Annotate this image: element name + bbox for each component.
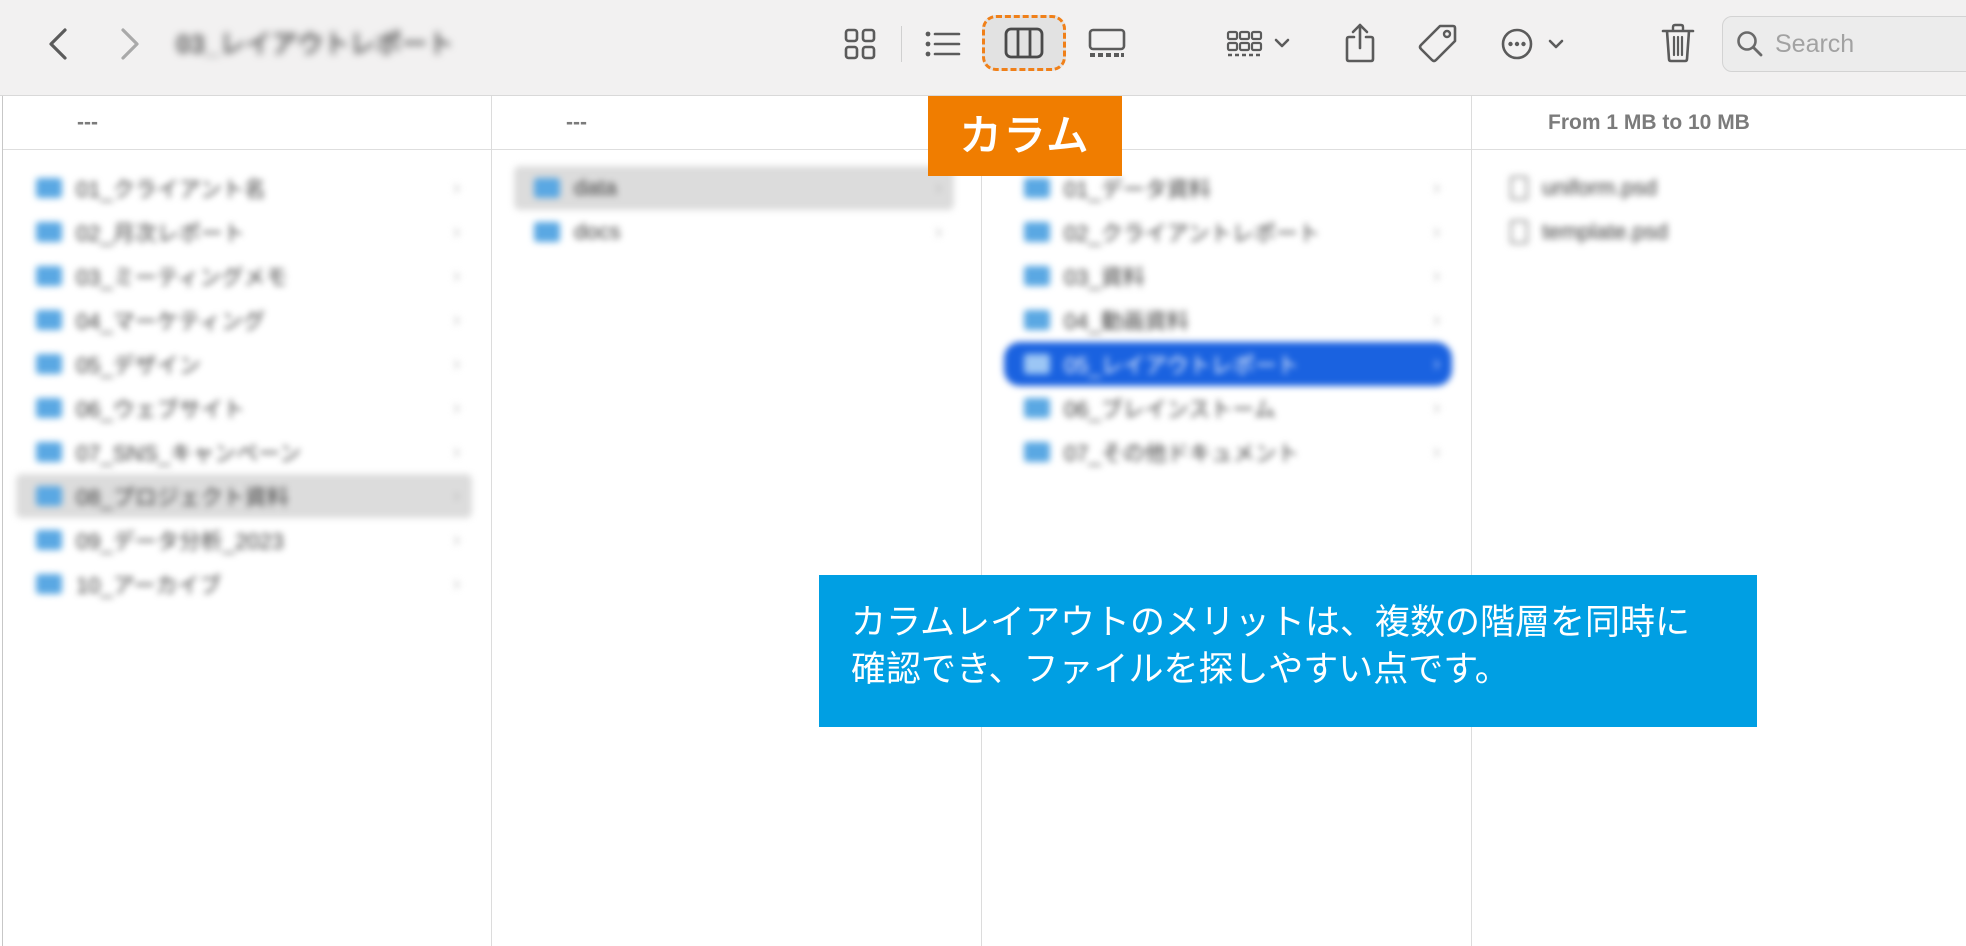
folder-icon [534, 222, 560, 242]
list-item[interactable]: 02_月次レポート › [16, 210, 472, 254]
icon-grid-icon[interactable] [838, 22, 882, 66]
chevron-right-icon: › [453, 396, 460, 419]
folder-icon [1024, 398, 1050, 418]
chevron-right-icon: › [1433, 264, 1440, 287]
search-input[interactable] [1775, 27, 1966, 61]
folder-icon [36, 574, 62, 594]
chevron-right-icon[interactable] [108, 22, 152, 66]
chevron-right-icon: › [1433, 440, 1440, 463]
folder-icon [36, 354, 62, 374]
folder-icon [36, 486, 62, 506]
list-icon[interactable] [920, 22, 966, 66]
toolbar: 03_レイアウトレポート [0, 0, 1966, 96]
list-item[interactable]: docs › [514, 210, 954, 254]
chevron-right-icon: › [1433, 220, 1440, 243]
list-item[interactable]: 04_マーケティング › [16, 298, 472, 342]
folder-icon [1024, 310, 1050, 330]
chevron-right-icon: › [935, 176, 942, 199]
column-divider[interactable] [1471, 96, 1472, 946]
list-item[interactable]: 10_アーカイブ › [16, 562, 472, 606]
chevron-left-icon[interactable] [36, 22, 80, 66]
window-edge [2, 96, 3, 946]
search-icon [1735, 29, 1765, 59]
callout-line-2: 確認でき、ファイルを探しやすい点です。 [851, 650, 1510, 689]
folder-icon [36, 310, 62, 330]
file-item[interactable]: template.psd [1480, 210, 1940, 254]
folder-icon [1024, 222, 1050, 242]
list-item[interactable]: 09_データ分析_2023 › [16, 518, 472, 562]
column-3-list: 01_データ資料 › 02_クライアントレポート › 03_資料 › 04_動画資料 ›… [1004, 166, 1452, 474]
folder-icon [36, 442, 62, 462]
folder-icon [1024, 442, 1050, 462]
folder-icon [36, 530, 62, 550]
document-icon [1510, 220, 1528, 244]
folder-icon [1024, 266, 1050, 286]
chevron-right-icon: › [1433, 308, 1440, 331]
column-header-1: --- [3, 96, 491, 150]
folder-icon [1024, 354, 1050, 374]
finder-window: 03_レイアウトレポート Search --- 01_クライアント名 › 02_… [0, 0, 1966, 946]
explanation-callout: カラムレイアウトのメリットは、複数の階層を同時に 確認でき、ファイルを探しやすい… [819, 575, 1757, 727]
folder-icon [36, 178, 62, 198]
search-field[interactable] [1722, 16, 1966, 72]
list-item[interactable]: 04_動画資料 › [1004, 298, 1452, 342]
toolbar-divider [901, 26, 902, 62]
folder-icon [1024, 178, 1050, 198]
column-header-2: --- [492, 96, 981, 150]
chevron-right-icon: › [1433, 176, 1440, 199]
file-item[interactable]: uniform.psd [1480, 166, 1940, 210]
column-divider[interactable] [981, 96, 982, 946]
column-browser: --- 01_クライアント名 › 02_月次レポート › 03_ミーティングメモ › … [0, 96, 1966, 946]
column-1-list: 01_クライアント名 › 02_月次レポート › 03_ミーティングメモ › 04_マ… [16, 166, 472, 606]
folder-icon [36, 398, 62, 418]
folder-icon [36, 266, 62, 286]
chevron-right-icon: › [453, 264, 460, 287]
list-item[interactable]: 07_その他ドキュメント › [1004, 430, 1452, 474]
list-item-selected[interactable]: data › [514, 166, 954, 210]
view-mode-annotation-label: カラム [928, 96, 1122, 176]
columns-icon[interactable] [982, 15, 1066, 71]
column-header-label: --- [566, 111, 587, 134]
chevron-right-icon: › [1433, 352, 1440, 375]
tag-icon[interactable] [1416, 20, 1460, 66]
list-item-selected[interactable]: 05_レイアウトレポート › [1004, 342, 1452, 386]
chevron-right-icon: › [935, 220, 942, 243]
document-icon [1510, 176, 1528, 200]
list-item[interactable]: 02_クライアントレポート › [1004, 210, 1452, 254]
column-header-4: From 1 MB to 10 MB [1472, 96, 1966, 150]
list-item-selected[interactable]: 08_プロジェクト資料 › [16, 474, 472, 518]
column-header-label: --- [77, 111, 98, 134]
chevron-right-icon: › [1433, 396, 1440, 419]
chevron-right-icon: › [453, 440, 460, 463]
list-item[interactable]: 07_SNS_キャンペーン › [16, 430, 472, 474]
callout-line-1: カラムレイアウトのメリットは、複数の階層を同時に [851, 603, 1690, 642]
chevron-right-icon: › [453, 308, 460, 331]
group-by-icon[interactable] [1226, 22, 1304, 66]
list-item[interactable]: 06_ウェブサイト › [16, 386, 472, 430]
gallery-icon[interactable] [1084, 22, 1130, 66]
chevron-right-icon: › [453, 528, 460, 551]
list-item[interactable]: 03_資料 › [1004, 254, 1452, 298]
ellipsis-circle-icon[interactable] [1500, 22, 1576, 66]
column-2-list: data › docs › [514, 166, 954, 254]
share-icon[interactable] [1340, 18, 1380, 68]
list-item[interactable]: 01_クライアント名 › [16, 166, 472, 210]
chevron-right-icon: › [453, 220, 460, 243]
trash-icon[interactable] [1656, 18, 1700, 68]
chevron-right-icon: › [453, 572, 460, 595]
chevron-right-icon: › [453, 484, 460, 507]
folder-icon [36, 222, 62, 242]
chevron-right-icon: › [453, 176, 460, 199]
list-item[interactable]: 06_ブレインストーム › [1004, 386, 1452, 430]
list-item[interactable]: 03_ミーティングメモ › [16, 254, 472, 298]
list-item[interactable]: 05_デザイン › [16, 342, 472, 386]
column-header-label: From 1 MB to 10 MB [1548, 111, 1750, 134]
column-divider[interactable] [491, 96, 492, 946]
window-title: 03_レイアウトレポート [176, 29, 454, 59]
chevron-right-icon: › [453, 352, 460, 375]
folder-icon [534, 178, 560, 198]
column-4-list: uniform.psd template.psd [1480, 166, 1940, 254]
